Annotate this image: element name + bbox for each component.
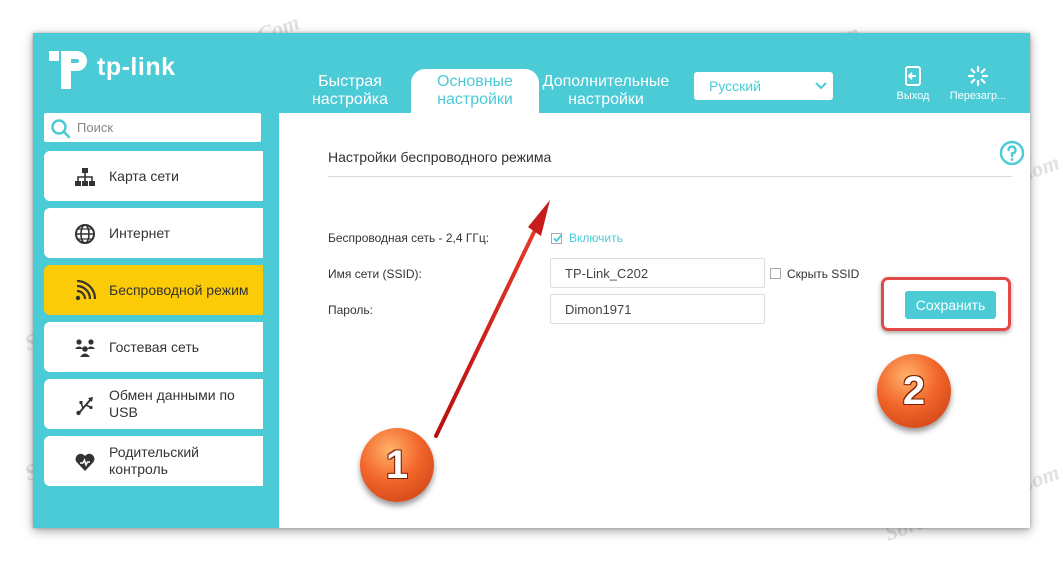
reboot-label: Перезагр... [949, 90, 1007, 102]
network-map-icon [75, 168, 95, 186]
tab-label: настройка [311, 91, 389, 108]
logout-button[interactable]: Выход [878, 65, 948, 102]
sidebar-item-label: Гостевая сеть [109, 338, 200, 355]
logout-icon [905, 66, 921, 86]
guest-network-icon [75, 339, 95, 357]
sidebar-item-label: Обмен данными по USB [109, 387, 235, 420]
sidebar-item-label: Родительский контроль [109, 444, 199, 477]
chevron-down-icon [815, 82, 827, 90]
search-box [44, 113, 261, 142]
password-label: Пароль: [328, 303, 373, 317]
wireless-band-label: Беспроводная сеть - 2,4 ГГц: [328, 231, 490, 245]
usb-icon [76, 397, 93, 416]
search-input[interactable] [77, 117, 253, 137]
enable-wireless-label[interactable]: Включить [569, 231, 623, 245]
tab-label: Быстрая [318, 73, 382, 90]
sidebar-item-wireless[interactable]: Беспроводной режим [44, 265, 263, 315]
annotation-badge-1: 1 [360, 428, 434, 502]
tab-label: настройки [437, 91, 513, 108]
hide-ssid-label[interactable]: Скрыть SSID [787, 267, 859, 281]
save-button[interactable]: Сохранить [905, 291, 996, 319]
annotation-badge-2: 2 [877, 354, 951, 428]
search-icon[interactable] [50, 118, 72, 140]
sidebar-item-label: Интернет [109, 224, 171, 241]
tab-label: настройки [568, 91, 644, 108]
tab-basic-settings[interactable]: Основные настройки [411, 69, 539, 113]
language-selected: Русский [709, 78, 761, 94]
tp-link-logo[interactable]: tp-link [47, 47, 197, 101]
tab-quick-setup[interactable]: Быстрая настройка [295, 73, 405, 111]
ssid-input[interactable] [550, 258, 765, 288]
sidebar-item-label: Беспроводной режим [109, 281, 249, 298]
reboot-button[interactable]: Перезагр... [943, 65, 1013, 102]
enable-wireless-checkbox[interactable] [551, 233, 563, 244]
help-icon[interactable] [999, 140, 1025, 166]
tp-link-logo-icon [49, 51, 87, 89]
ssid-label: Имя сети (SSID): [328, 267, 422, 281]
heart-icon [75, 453, 95, 471]
logout-label: Выход [896, 90, 930, 102]
language-select[interactable]: Русский [694, 72, 833, 100]
sidebar-item-usb[interactable]: Обмен данными по USB [44, 379, 263, 429]
hide-ssid-checkbox[interactable] [770, 268, 781, 279]
section-divider [328, 176, 1012, 177]
wireless-icon [75, 280, 96, 301]
sidebar-item-parental-control[interactable]: Родительский контроль [44, 436, 263, 486]
tab-label: Основные [437, 73, 513, 90]
password-input[interactable] [550, 294, 765, 324]
check-icon [553, 234, 563, 243]
router-admin-window: tp-link Быстрая настройка Основные настр… [33, 33, 1030, 528]
globe-icon [75, 224, 95, 244]
sidebar-item-internet[interactable]: Интернет [44, 208, 263, 258]
sidebar-item-label: Карта сети [109, 167, 179, 184]
reboot-icon [967, 65, 989, 87]
tab-advanced-settings[interactable]: Дополнительные настройки [542, 73, 670, 111]
section-title: Настройки беспроводного режима [328, 149, 552, 165]
sidebar-item-guest-network[interactable]: Гостевая сеть [44, 322, 263, 372]
logo-text: tp-link [97, 53, 176, 81]
save-highlight-frame: Сохранить [881, 277, 1011, 331]
tab-label: Дополнительные [542, 73, 670, 90]
sidebar-item-network-map[interactable]: Карта сети [44, 151, 263, 201]
